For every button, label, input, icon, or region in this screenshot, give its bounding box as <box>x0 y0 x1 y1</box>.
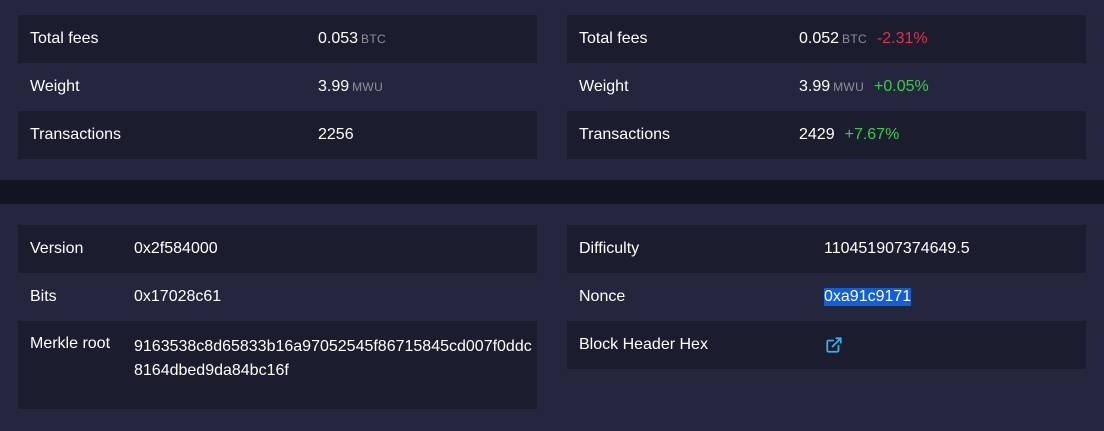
fees-amount: 0.053 <box>318 30 359 47</box>
weight-value: 3.99 MWU <box>318 78 383 96</box>
total-fees-value: 0.053 BTC <box>318 30 386 48</box>
weight-label: Weight <box>579 78 629 95</box>
weight-row: Weight 3.99 MWU +0.05% <box>567 63 1086 111</box>
weight-unit: MWU <box>352 80 384 94</box>
bits-row: Bits 0x17028c61 <box>18 273 537 321</box>
transactions-label: Transactions <box>30 126 121 143</box>
bits-value[interactable]: 0x17028c61 <box>134 288 221 306</box>
bits-label: Bits <box>30 288 57 305</box>
weight-amount: 3.99 <box>799 78 831 95</box>
block-header-hex-row: Block Header Hex <box>567 321 1086 369</box>
transactions-value: 2429 +7.67% <box>799 126 899 144</box>
version-row: Version 0x2f584000 <box>18 225 537 273</box>
block-header-hex-label: Block Header Hex <box>579 336 708 353</box>
fees-amount: 0.052 <box>799 30 840 47</box>
nonce-row: Nonce 0xa91c9171 <box>567 273 1086 321</box>
total-fees-row: Total fees 0.053 BTC <box>18 15 537 63</box>
merkle-root-row: Merkle root 9163538c8d65833b16a97052545f… <box>18 321 537 409</box>
weight-label: Weight <box>30 78 80 95</box>
details-left: Version 0x2f584000 Bits 0x17028c61 Merkl… <box>18 225 537 409</box>
fees-change: -2.31% <box>876 30 928 47</box>
section-divider <box>0 180 1104 204</box>
total-fees-row: Total fees 0.052 BTC -2.31% <box>567 15 1086 63</box>
version-label: Version <box>30 240 84 257</box>
transactions-row: Transactions 2256 <box>18 111 537 159</box>
total-fees-value: 0.052 BTC -2.31% <box>799 30 928 48</box>
comparison-panel: Total fees 0.053 BTC Weight 3.99 MWU Trans… <box>0 0 1104 180</box>
weight-row: Weight 3.99 MWU <box>18 63 537 111</box>
difficulty-value[interactable]: 110451907374649.5 <box>824 240 970 258</box>
total-fees-label: Total fees <box>30 30 99 47</box>
difficulty-label: Difficulty <box>579 240 640 257</box>
block-details-panel: Version 0x2f584000 Bits 0x17028c61 Merkl… <box>0 204 1104 431</box>
tx-amount: 2429 <box>799 126 835 143</box>
transactions-value: 2256 <box>318 126 354 143</box>
weight-value: 3.99 MWU +0.05% <box>799 78 929 96</box>
difficulty-row: Difficulty 110451907374649.5 <box>567 225 1086 273</box>
comparison-left: Total fees 0.053 BTC Weight 3.99 MWU Trans… <box>18 15 537 159</box>
tx-change: +7.67% <box>844 126 900 143</box>
external-link-icon[interactable] <box>825 336 843 354</box>
nonce-label: Nonce <box>579 288 626 305</box>
fees-unit: BTC <box>842 32 867 46</box>
weight-amount: 3.99 <box>318 78 350 95</box>
total-fees-label: Total fees <box>579 30 648 47</box>
weight-unit: MWU <box>833 80 865 94</box>
fees-unit: BTC <box>361 32 386 46</box>
version-value[interactable]: 0x2f584000 <box>134 240 218 258</box>
comparison-right: Total fees 0.052 BTC -2.31% Weight 3.99 MWU… <box>567 15 1086 159</box>
merkle-root-value[interactable]: 9163538c8d65833b16a97052545f86715845cd00… <box>134 335 534 383</box>
transactions-label: Transactions <box>579 126 670 143</box>
weight-change: +0.05% <box>874 78 929 95</box>
details-right: Difficulty 110451907374649.5 Nonce 0xa91… <box>567 225 1086 369</box>
merkle-root-label: Merkle root <box>30 335 111 352</box>
nonce-value[interactable]: 0xa91c9171 <box>824 288 912 306</box>
transactions-row: Transactions 2429 +7.67% <box>567 111 1086 159</box>
